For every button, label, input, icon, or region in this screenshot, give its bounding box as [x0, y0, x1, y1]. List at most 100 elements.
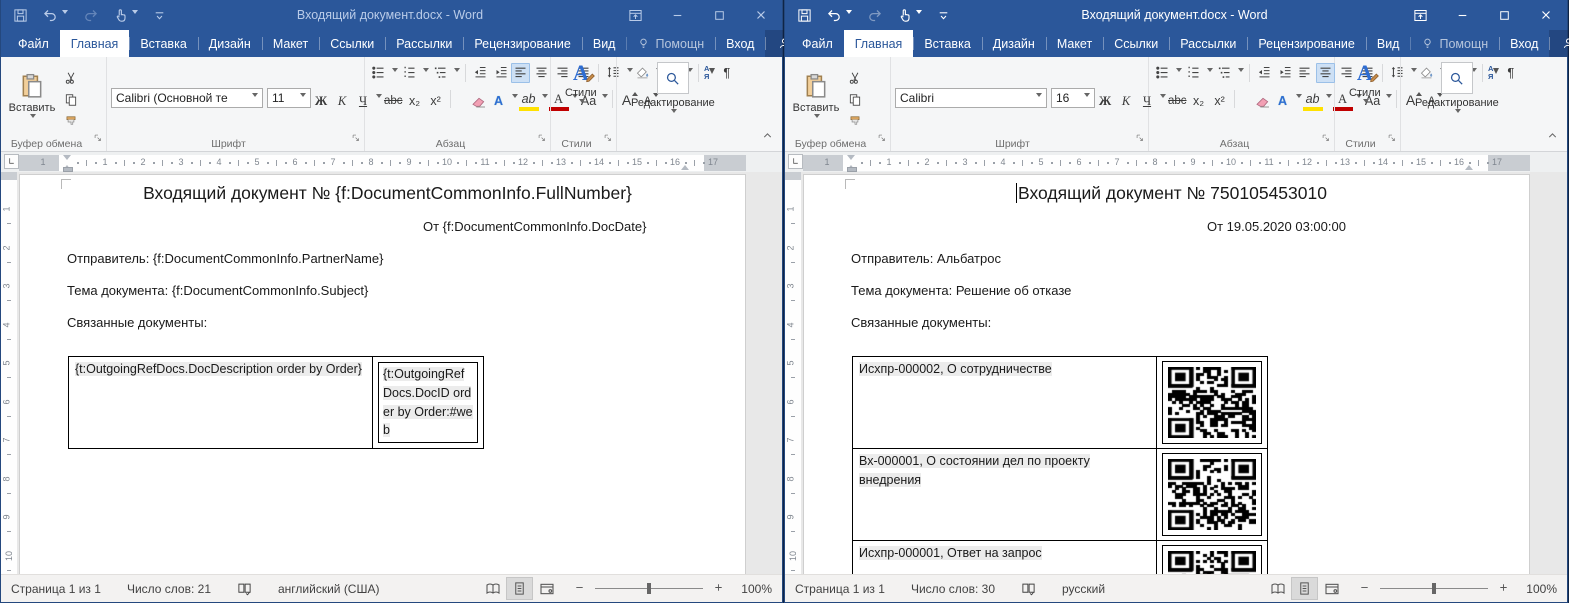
zoom-slider[interactable]: [595, 588, 703, 589]
tab-layout[interactable]: Макет: [1046, 30, 1103, 57]
customize-qat-button[interactable]: [937, 9, 950, 22]
sign-in-button[interactable]: Вход: [715, 30, 765, 57]
customize-qat-button[interactable]: [153, 9, 166, 22]
zoom-in-button[interactable]: [713, 582, 724, 596]
ribbon-display-options-button[interactable]: [1399, 0, 1441, 30]
touch-mouse-mode-button[interactable]: [897, 8, 922, 23]
document-page[interactable]: Входящий документ № {f:DocumentCommonInf…: [19, 174, 746, 574]
zoom-slider[interactable]: [1380, 588, 1488, 589]
tab-view[interactable]: Вид: [582, 30, 627, 57]
numbered-list-dropdown-icon[interactable]: [423, 68, 429, 75]
document-sender-line[interactable]: Отправитель: Альбатрос: [851, 251, 1492, 266]
close-button[interactable]: [740, 0, 782, 30]
font-name-combobox[interactable]: Calibri: [895, 88, 1047, 108]
styles-button[interactable]: А Стили: [555, 60, 607, 135]
document-heading[interactable]: Входящий документ № 750105453010: [851, 183, 1492, 204]
tab-references[interactable]: Ссылки: [319, 30, 385, 57]
document-date-line[interactable]: От {f:DocumentCommonInfo.DocDate}: [67, 219, 708, 234]
tab-stop-selector[interactable]: [788, 154, 803, 169]
font-name-combobox[interactable]: Calibri (Основной те: [111, 88, 263, 108]
increase-indent-button[interactable]: [492, 63, 511, 83]
word-count[interactable]: Число слов: 21: [127, 582, 211, 596]
paste-button[interactable]: Вставить: [789, 71, 843, 124]
description-cell[interactable]: {t:OutgoingRefDocs.DocDescription order …: [69, 357, 373, 449]
font-dialog-launcher[interactable]: [351, 130, 361, 148]
multilevel-list-button[interactable]: [1215, 63, 1234, 83]
tab-home[interactable]: Главная: [844, 30, 914, 57]
copy-button[interactable]: [61, 91, 81, 109]
document-subject-line[interactable]: Тема документа: {f:DocumentCommonInfo.Su…: [67, 283, 708, 298]
id-cell[interactable]: [1157, 541, 1268, 575]
sign-in-button[interactable]: Вход: [1499, 30, 1549, 57]
vertical-ruler[interactable]: 12345678910: [785, 172, 801, 574]
save-button[interactable]: [13, 8, 28, 23]
bullet-list-dropdown-icon[interactable]: [1176, 68, 1182, 75]
cut-button[interactable]: [845, 69, 865, 87]
document-date-line[interactable]: От 19.05.2020 03:00:00: [851, 219, 1492, 234]
undo-button[interactable]: [43, 8, 68, 23]
align-left-button[interactable]: [1295, 63, 1314, 83]
font-dialog-launcher[interactable]: [1135, 130, 1145, 148]
font-size-combobox[interactable]: 16: [1051, 88, 1095, 108]
bullet-list-button[interactable]: [369, 63, 388, 83]
decrease-indent-button[interactable]: [471, 63, 490, 83]
align-center-button[interactable]: [532, 63, 551, 83]
web-layout-button[interactable]: [1318, 577, 1345, 600]
close-button[interactable]: [1525, 0, 1567, 30]
related-documents-label[interactable]: Связанные документы:: [67, 315, 708, 330]
document-page[interactable]: Входящий документ № 750105453010 От 19.0…: [803, 174, 1530, 574]
editing-button[interactable]: Редактирование: [1405, 60, 1509, 135]
tell-me-box[interactable]: Помощн: [626, 30, 715, 57]
redo-button[interactable]: [867, 8, 882, 23]
id-cell[interactable]: {t:OutgoingRefDocs.DocID order by Order:…: [373, 357, 484, 449]
numbered-list-button[interactable]: [1184, 63, 1203, 83]
tab-insert[interactable]: Вставка: [913, 30, 981, 57]
paste-button[interactable]: Вставить: [5, 71, 59, 124]
description-cell[interactable]: Вх-000001, О состоянии дел по проекту вн…: [853, 449, 1157, 541]
tab-stop-selector[interactable]: [4, 154, 19, 169]
document-heading[interactable]: Входящий документ № {f:DocumentCommonInf…: [67, 183, 708, 204]
bold-button[interactable]: Ж: [1095, 90, 1115, 109]
undo-button[interactable]: [827, 8, 852, 23]
tab-file[interactable]: Файл: [791, 30, 844, 57]
tab-mailings[interactable]: Рассылки: [1169, 30, 1247, 57]
editing-button[interactable]: Редактирование: [621, 60, 725, 135]
tab-design[interactable]: Дизайн: [982, 30, 1046, 57]
redo-button[interactable]: [83, 8, 98, 23]
id-cell[interactable]: [1157, 357, 1268, 449]
tab-review[interactable]: Рецензирование: [1247, 30, 1366, 57]
print-layout-button[interactable]: [506, 577, 533, 600]
multilevel-list-button[interactable]: [431, 63, 450, 83]
zoom-level[interactable]: 100%: [738, 582, 772, 596]
decrease-indent-button[interactable]: [1255, 63, 1274, 83]
id-cell[interactable]: [1157, 449, 1268, 541]
tab-mailings[interactable]: Рассылки: [385, 30, 463, 57]
maximize-button[interactable]: [698, 0, 740, 30]
bold-button[interactable]: Ж: [311, 90, 331, 109]
proofing-status-button[interactable]: [237, 581, 252, 596]
ribbon-display-options-button[interactable]: [614, 0, 656, 30]
document-sender-line[interactable]: Отправитель: {f:DocumentCommonInfo.Partn…: [67, 251, 708, 266]
qr-code[interactable]: [1162, 361, 1262, 444]
qr-code[interactable]: [1162, 545, 1262, 574]
language-indicator[interactable]: русский: [1062, 582, 1105, 596]
multilevel-list-dropdown-icon[interactable]: [454, 68, 460, 75]
zoom-level[interactable]: 100%: [1523, 582, 1557, 596]
increase-indent-button[interactable]: [1276, 63, 1295, 83]
zoom-out-button[interactable]: [574, 582, 585, 596]
web-layout-button[interactable]: [533, 577, 560, 600]
paragraph-dialog-launcher[interactable]: [1321, 130, 1331, 148]
bullet-list-button[interactable]: [1153, 63, 1172, 83]
description-cell[interactable]: Исхпр-000001, Ответ на запрос: [853, 541, 1157, 575]
minimize-button[interactable]: [656, 0, 698, 30]
paragraph-dialog-launcher[interactable]: [537, 130, 547, 148]
save-button[interactable]: [797, 8, 812, 23]
font-size-combobox[interactable]: 11: [267, 88, 311, 108]
numbered-list-dropdown-icon[interactable]: [1207, 68, 1213, 75]
clipboard-dialog-launcher[interactable]: [93, 130, 103, 148]
format-painter-button[interactable]: [845, 113, 865, 131]
share-button[interactable]: Общий доступ: [1549, 30, 1569, 57]
vertical-ruler[interactable]: 12345678910: [1, 172, 17, 574]
zoom-slider-handle[interactable]: [1432, 583, 1436, 594]
touch-mouse-mode-button[interactable]: [113, 8, 138, 23]
